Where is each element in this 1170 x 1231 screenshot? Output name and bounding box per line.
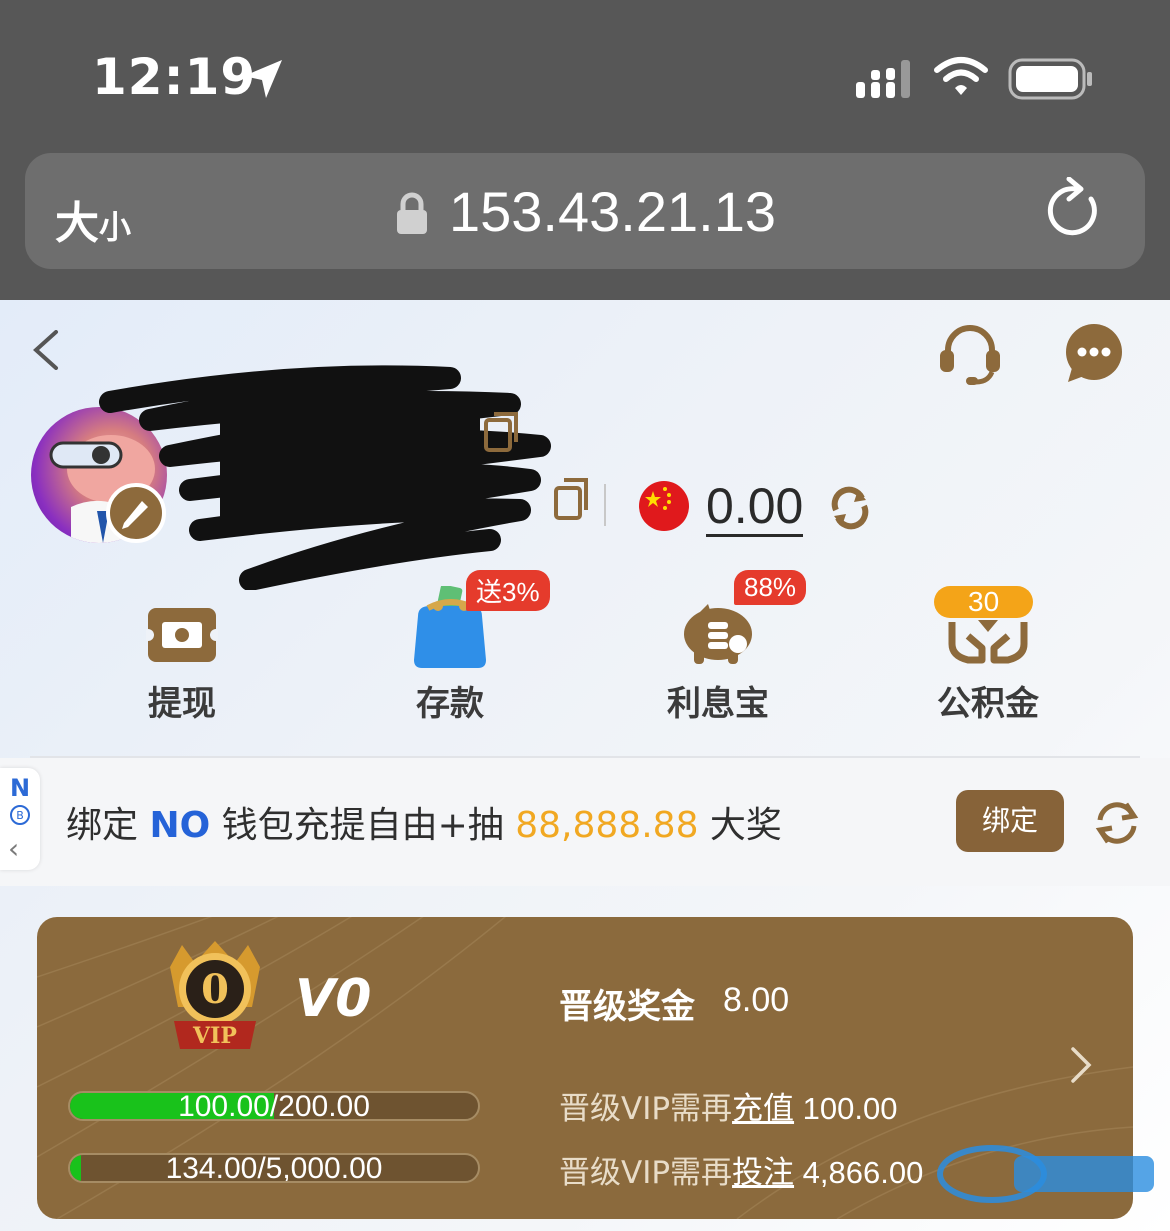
deposit-bonus-badge: 送3%	[466, 570, 550, 611]
deposit-requirement: 晋级VIP需再充值 100.00	[559, 1091, 898, 1127]
hands-coin-icon	[948, 620, 1028, 664]
copy-id-icon[interactable]	[552, 476, 594, 522]
bind-wallet-promo-text: 绑定 NO 钱包充提自由+抽 88,888.88 大奖	[66, 805, 782, 846]
redaction-scribble	[99, 365, 551, 590]
back-arrow-icon[interactable]	[30, 330, 64, 370]
bitcoin-icon: B	[10, 805, 30, 825]
vip-level: V0	[295, 969, 372, 1029]
refresh-balance-icon[interactable]	[828, 486, 872, 530]
svg-text:0: 0	[201, 966, 229, 1013]
bet-requirement: 晋级VIP需再投注 4,866.00	[559, 1155, 924, 1191]
balance-amount[interactable]: 0.00	[706, 478, 804, 537]
bet-link[interactable]: 投注	[732, 1155, 794, 1191]
wifi-icon	[934, 57, 988, 95]
status-and-browser-chrome: 12:19 大小 153.43.21.13	[0, 0, 1170, 300]
quick-action-label: 提现	[148, 684, 216, 724]
quick-action-label: 公积金	[937, 684, 1039, 724]
url-text[interactable]: 153.43.21.13	[449, 179, 776, 244]
withdraw-icon	[146, 608, 218, 662]
divider	[604, 484, 606, 526]
chevron-right-icon[interactable]	[1067, 1045, 1095, 1085]
copy-icon[interactable]	[482, 410, 524, 454]
vip-level-emblem: 0 VIP	[170, 941, 260, 1049]
quick-action-label: 存款	[416, 684, 484, 724]
deposit-progress-text: 100.00/200.00	[178, 1091, 370, 1121]
chevron-left-icon: ‹	[8, 832, 20, 865]
deposit-link[interactable]: 充值	[732, 1091, 794, 1127]
deposit-progress-bar: 100.00/200.00	[68, 1091, 480, 1121]
chat-bubble-icon[interactable]	[1064, 324, 1124, 384]
promotion-bonus-value: 8.00	[723, 981, 790, 1019]
interest-rate-badge: 88%	[734, 570, 807, 605]
lock-icon	[397, 192, 427, 234]
fund-count-badge: 30	[934, 586, 1034, 618]
refresh-icon[interactable]	[1094, 800, 1140, 846]
battery-icon	[1008, 58, 1092, 100]
bet-progress-text: 134.00/5,000.00	[165, 1153, 383, 1183]
watermark-logo	[937, 1145, 1154, 1203]
address-bar[interactable]: 大小 153.43.21.13	[25, 153, 1145, 269]
bind-button[interactable]: 绑定	[956, 790, 1064, 852]
text-size-button[interactable]: 大小	[55, 187, 131, 251]
svg-text:VIP: VIP	[192, 1023, 237, 1049]
china-flag-icon	[639, 481, 689, 531]
prize-amount: 88,888.88	[515, 805, 699, 846]
location-arrow-icon	[244, 60, 282, 98]
svg-text:B: B	[16, 809, 24, 822]
cellular-signal-icon	[856, 60, 910, 98]
piggy-bank-icon	[684, 604, 752, 664]
quick-action-label: 利息宝	[667, 684, 769, 724]
bet-progress-bar: 134.00/5,000.00	[68, 1153, 480, 1183]
promotion-bonus-label: 晋级奖金	[559, 987, 695, 1027]
side-float-tab[interactable]: N B ‹	[0, 768, 40, 870]
reload-icon[interactable]	[1047, 177, 1105, 241]
status-time: 12:19	[92, 48, 257, 106]
customer-service-headset-icon[interactable]	[936, 322, 1004, 386]
no-wallet-brand: NO	[149, 805, 211, 846]
